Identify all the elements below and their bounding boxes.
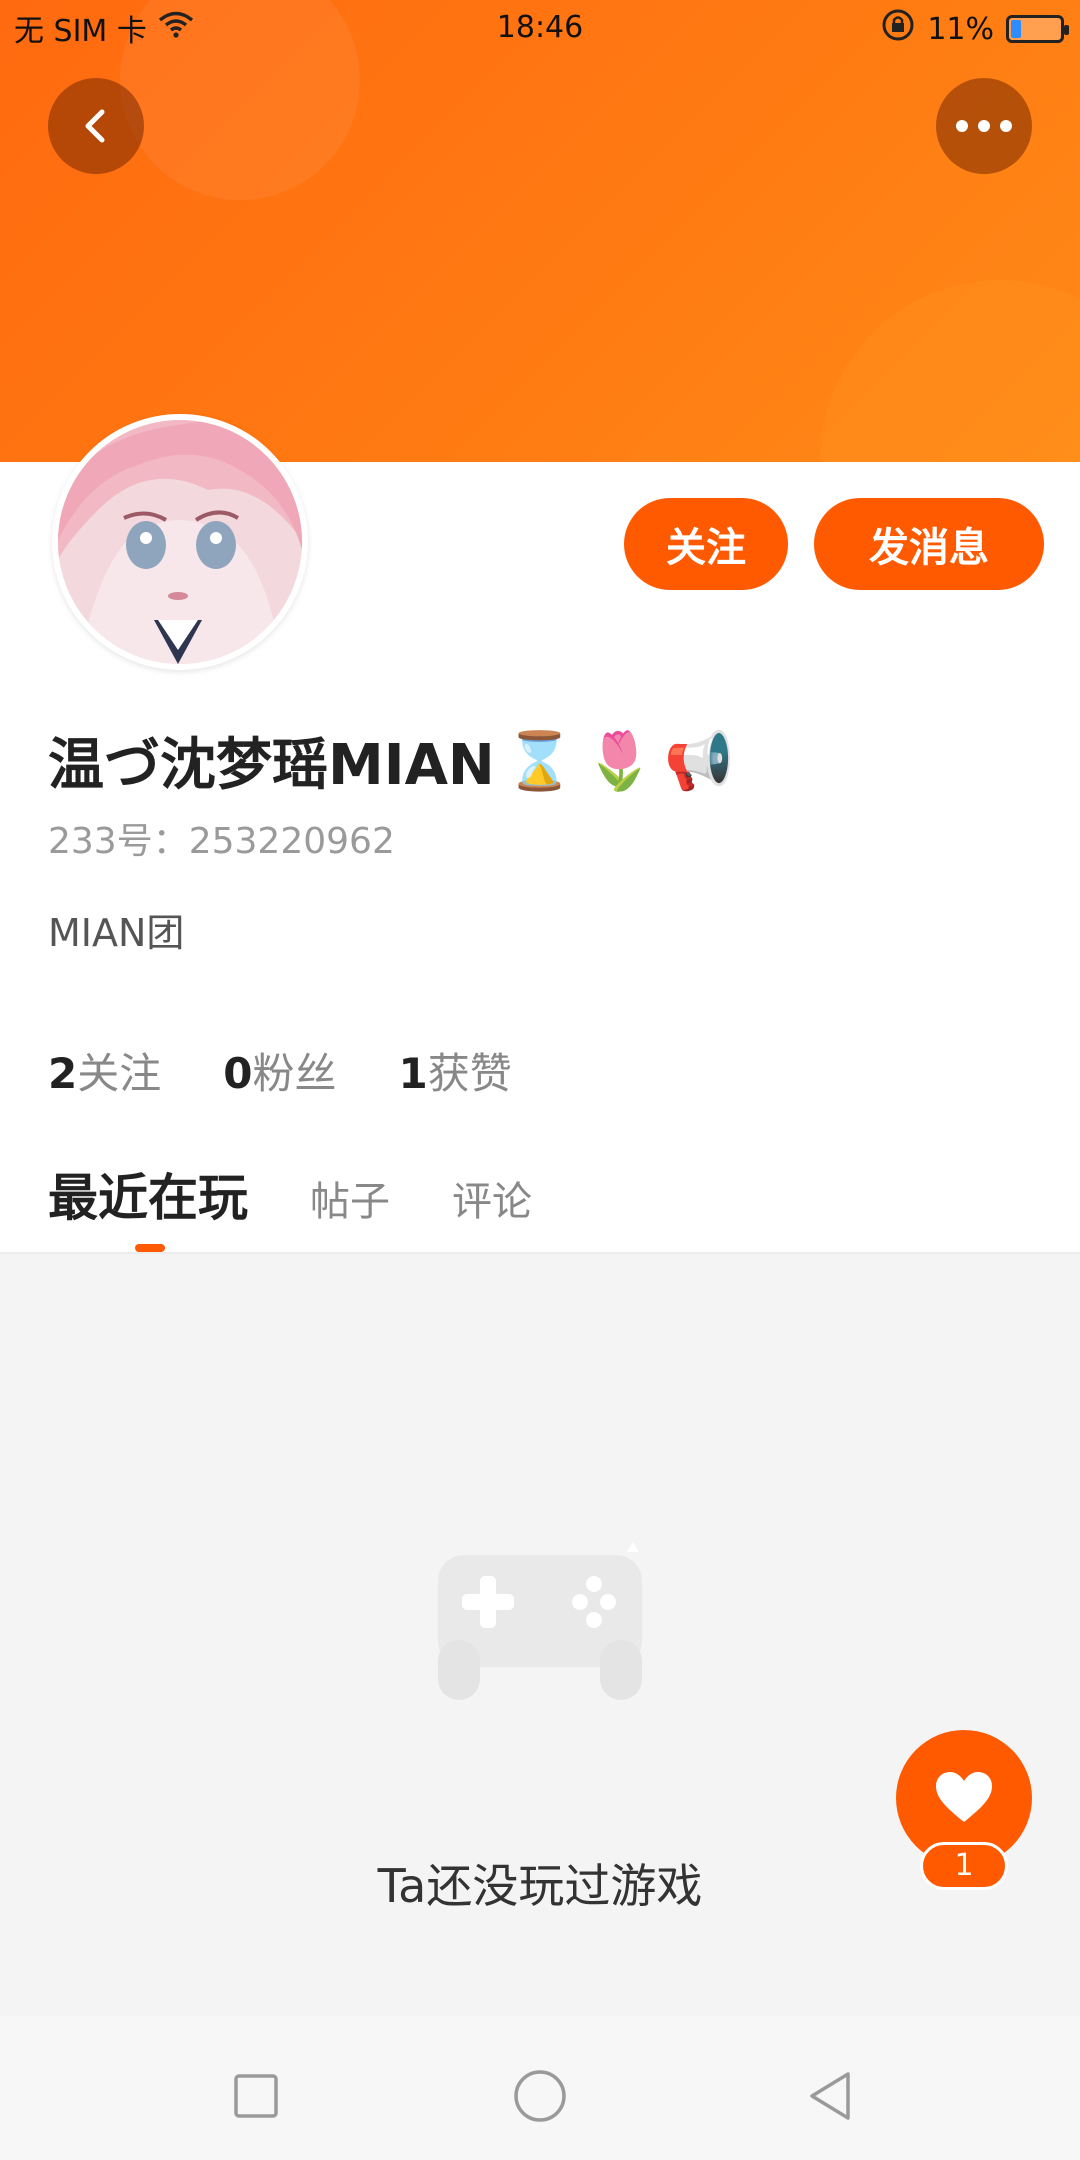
profile-banner <box>0 0 1080 462</box>
profile-stats: 2关注 0粉丝 1获赞 <box>48 1040 512 1101</box>
tab-comments[interactable]: 评论 <box>452 1169 532 1227</box>
banner-decoration <box>820 280 1080 462</box>
follow-button[interactable]: 关注 <box>624 498 788 590</box>
send-message-button[interactable]: 发消息 <box>814 498 1044 590</box>
more-button[interactable] <box>936 78 1032 174</box>
followers-stat[interactable]: 0粉丝 <box>223 1040 336 1101</box>
system-back-button[interactable] <box>800 2066 860 2126</box>
back-button[interactable] <box>48 78 144 174</box>
home-button[interactable] <box>510 2066 570 2126</box>
chevron-left-icon <box>85 109 105 143</box>
hourglass-emoji: ⌛ <box>504 728 575 794</box>
username: 温づ沈梦瑶MIAN ⌛ 🌷 📢 <box>48 720 734 801</box>
tulip-emoji: 🌷 <box>584 728 655 794</box>
battery-icon <box>1006 15 1069 43</box>
profile-page: 无 SIM 卡 18:46 11% 关注 发消息 温づ沈梦瑶MIAN ⌛ 🌷 📢… <box>0 0 1080 2160</box>
likes-stat[interactable]: 1获赞 <box>399 1040 512 1101</box>
username-text: 温づ沈梦瑶MIAN <box>48 733 495 798</box>
tab-recent-games[interactable]: 最近在玩 <box>48 1158 248 1230</box>
avatar[interactable] <box>52 414 308 670</box>
following-count: 2 <box>48 1049 78 1098</box>
status-bar: 无 SIM 卡 18:46 11% <box>0 0 1080 56</box>
following-stat[interactable]: 2关注 <box>48 1040 161 1101</box>
likes-label: 获赞 <box>427 1049 512 1098</box>
like-count-badge: 1 <box>920 1842 1008 1890</box>
square-icon <box>234 2074 278 2118</box>
gamepad-icon <box>430 1500 650 1700</box>
system-nav-bar <box>0 2016 1080 2160</box>
more-dots-icon <box>956 120 1012 132</box>
circle-icon <box>514 2070 566 2122</box>
tab-posts[interactable]: 帖子 <box>310 1169 390 1227</box>
following-label: 关注 <box>77 1049 162 1098</box>
likes-count: 1 <box>398 1049 428 1098</box>
profile-tabs: 最近在玩 帖子 评论 <box>48 1158 532 1230</box>
followers-label: 粉丝 <box>252 1049 337 1098</box>
battery-percent: 11% <box>927 11 994 47</box>
user-id: 233号：253220962 <box>48 821 395 862</box>
user-bio: MIAN团 <box>48 911 185 955</box>
active-tab-indicator <box>135 1244 165 1252</box>
triangle-back-icon <box>810 2072 850 2120</box>
recents-button[interactable] <box>226 2066 286 2126</box>
followers-count: 0 <box>223 1049 253 1098</box>
avatar-image <box>58 420 302 664</box>
megaphone-emoji: 📢 <box>664 728 734 794</box>
rotation-lock-icon <box>881 8 915 50</box>
heart-icon <box>936 1772 992 1822</box>
empty-state-text: Ta还没玩过游戏 <box>377 1859 703 1913</box>
